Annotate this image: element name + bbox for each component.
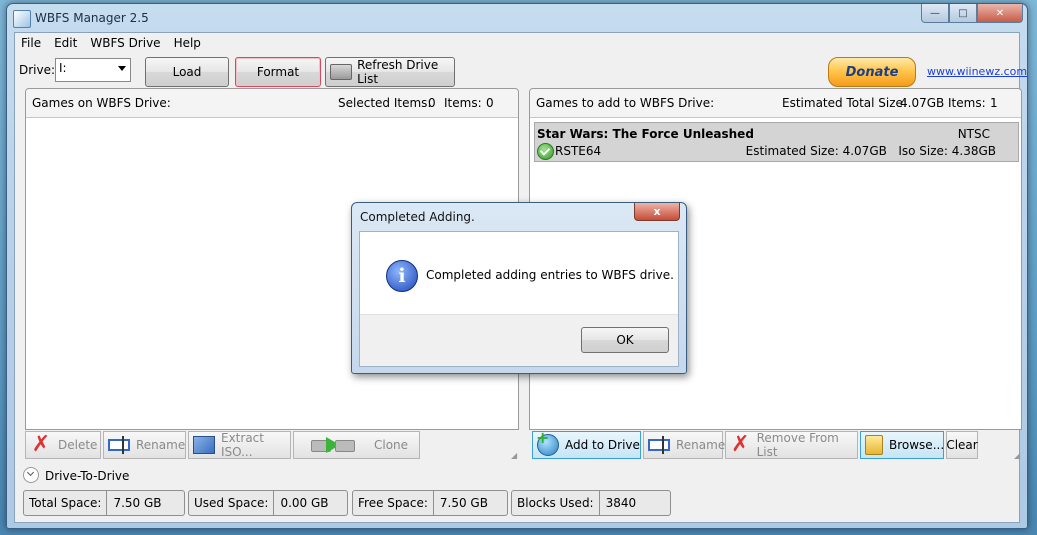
rename-game-label: Rename xyxy=(676,438,726,452)
estimated-total-label: Estimated Total Size: xyxy=(782,96,907,110)
resize-grip-icon: ◢ xyxy=(1014,451,1021,460)
items-value: 0 xyxy=(486,96,494,110)
total-space: Total Space: 7.50 GB xyxy=(23,490,185,516)
refresh-drive-icon xyxy=(330,64,353,80)
drive-select[interactable]: I: xyxy=(55,58,131,82)
load-button[interactable]: Load xyxy=(145,57,229,87)
add-to-drive-button[interactable]: Add to Drive xyxy=(532,428,641,459)
menu-edit[interactable]: Edit xyxy=(48,33,84,53)
extract-label: Extract ISO... xyxy=(221,431,264,459)
selected-items-value: 0 xyxy=(428,96,436,110)
free-space: Free Space: 7.50 GB xyxy=(352,490,508,516)
free-space-value: 7.50 GB xyxy=(439,496,488,510)
add-items-label: Items: xyxy=(948,96,986,110)
game-title: Star Wars: The Force Unleashed xyxy=(537,127,754,141)
clone-icon xyxy=(298,435,368,455)
game-region: NTSC xyxy=(957,127,990,141)
format-button[interactable]: Format xyxy=(235,57,321,87)
add-icon xyxy=(536,428,559,456)
wbfs-games-header: Games on WBFS Drive: Selected Items: 0 I… xyxy=(26,89,518,118)
delete-icon: ✗ xyxy=(31,432,51,457)
items-label: Items: xyxy=(444,96,482,110)
extract-iso-button[interactable]: Extract ISO... xyxy=(188,431,291,459)
refresh-label: Refresh Drive List xyxy=(357,58,439,86)
game-id: RSTE64 xyxy=(555,144,602,158)
selected-items-label: Selected Items: xyxy=(338,96,432,110)
refresh-drive-list-button[interactable]: Refresh Drive List xyxy=(325,57,455,87)
blocks-used-label: Blocks Used: xyxy=(512,491,600,515)
website-link[interactable]: www.wiinewz.com xyxy=(927,65,1027,78)
info-icon: i xyxy=(386,260,418,292)
donate-button[interactable]: Donate xyxy=(828,57,916,87)
dialog-message: Completed adding entries to WBFS drive. xyxy=(426,268,674,282)
remove-from-list-button[interactable]: ✗ Remove From List xyxy=(725,431,858,459)
delete-button[interactable]: ✗ Delete xyxy=(25,431,101,459)
add-to-drive-label: Add to Drive xyxy=(565,438,640,452)
dialog-body: i Completed adding entries to WBFS drive… xyxy=(359,231,679,367)
minimize-icon[interactable]: — xyxy=(921,4,949,23)
window-title: WBFS Manager 2.5 xyxy=(35,11,149,25)
used-space-label: Used Space: xyxy=(189,491,275,515)
blocks-used-value: 3840 xyxy=(605,496,637,510)
check-icon xyxy=(537,143,554,160)
menu-bar: File Edit WBFS Drive Help xyxy=(15,33,208,53)
game-list-item[interactable]: Star Wars: The Force Unleashed NTSC RSTE… xyxy=(534,122,1019,162)
maximize-icon[interactable]: □ xyxy=(949,4,977,23)
rename-icon xyxy=(648,435,670,455)
chevron-down-icon xyxy=(118,66,126,71)
menu-help[interactable]: Help xyxy=(168,33,208,53)
add-games-title: Games to add to WBFS Drive: xyxy=(536,96,715,110)
ok-button[interactable]: OK xyxy=(581,327,669,353)
completed-adding-dialog: Completed Adding. x i Completed adding e… xyxy=(351,202,687,374)
browse-button[interactable]: Browse... xyxy=(860,431,944,459)
remove-icon: ✗ xyxy=(731,432,750,457)
menu-file[interactable]: File xyxy=(15,33,48,53)
rename-label: Rename xyxy=(136,438,186,452)
drive-to-drive-toggle[interactable]: Drive-To-Drive xyxy=(23,467,129,483)
close-icon[interactable]: ✕ xyxy=(977,4,1023,23)
title-bar[interactable]: WBFS Manager 2.5 — □ ✕ xyxy=(7,4,1027,32)
remove-label: Remove From List xyxy=(756,431,839,459)
clone-button[interactable]: Clone xyxy=(293,431,420,459)
app-icon xyxy=(13,10,31,28)
menu-wbfs-drive[interactable]: WBFS Drive xyxy=(84,33,167,53)
expand-icon xyxy=(23,467,39,483)
clone-label: Clone xyxy=(374,438,409,452)
wbfs-games-title: Games on WBFS Drive: xyxy=(32,96,171,110)
blocks-used: Blocks Used: 3840 xyxy=(511,490,671,516)
game-estimated-size: Estimated Size: 4.07GB xyxy=(745,144,887,158)
resize-grip-icon: ◢ xyxy=(511,451,518,460)
add-games-header: Games to add to WBFS Drive: Estimated To… xyxy=(530,89,1021,118)
estimated-total-value: 4.07GB xyxy=(900,96,945,110)
used-space: Used Space: 0.00 GB xyxy=(188,490,348,516)
browse-icon xyxy=(865,435,883,455)
add-items-value: 1 xyxy=(990,96,998,110)
rename-icon xyxy=(108,435,130,455)
total-space-value: 7.50 GB xyxy=(113,496,162,510)
left-toolbar: ✗ Delete Rename Extract ISO... Clone ◢ xyxy=(25,431,519,461)
drive-label: Drive: xyxy=(19,63,56,77)
drive-to-drive-label: Drive-To-Drive xyxy=(45,469,130,483)
used-space-value: 0.00 GB xyxy=(280,496,329,510)
game-iso-size: Iso Size: 4.38GB xyxy=(898,144,996,158)
right-toolbar: Add to Drive Rename ✗ Remove From List B… xyxy=(532,428,1022,461)
dialog-title: Completed Adding. xyxy=(360,210,475,224)
rename-game-button[interactable]: Rename xyxy=(643,431,726,459)
caption-buttons: — □ ✕ xyxy=(921,4,1023,24)
browse-label: Browse... xyxy=(889,438,945,452)
dialog-footer: OK xyxy=(360,314,678,366)
extract-icon xyxy=(193,435,215,455)
drive-value: I: xyxy=(59,61,67,75)
total-space-label: Total Space: xyxy=(24,491,108,515)
game-sizes: Estimated Size: 4.07GB Iso Size: 4.38GB xyxy=(746,144,996,158)
free-space-label: Free Space: xyxy=(353,491,434,515)
clear-button[interactable]: Clear xyxy=(946,431,978,459)
rename-button[interactable]: Rename xyxy=(103,431,186,459)
close-icon[interactable]: x xyxy=(634,203,680,221)
delete-label: Delete xyxy=(58,438,98,452)
